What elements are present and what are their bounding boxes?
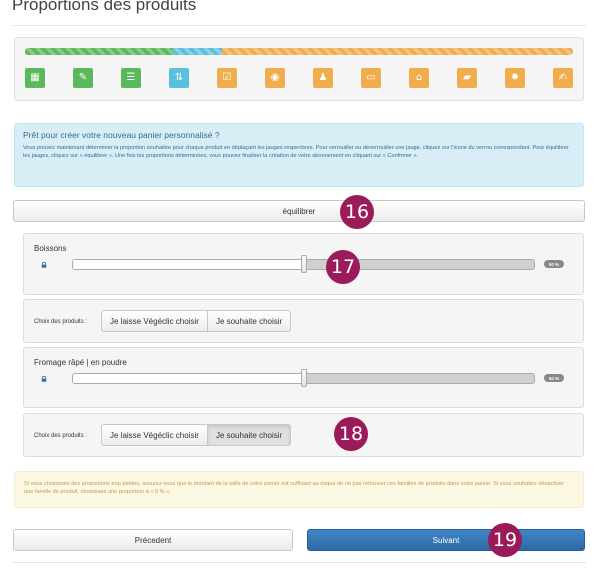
wrench-icon[interactable]: ✎: [73, 68, 93, 88]
wizard-progress-bar: [25, 48, 573, 55]
choice-auto-button[interactable]: Je laisse Végéclic choisir: [101, 310, 208, 332]
lock-icon[interactable]: [41, 376, 47, 382]
percentage-badge: 50 %: [544, 260, 564, 268]
certificate-icon[interactable]: ✹: [505, 68, 525, 88]
warning-alert: Si vous choisissez des proportions trop …: [14, 471, 584, 508]
choice-label: Choix des produits :: [34, 433, 88, 439]
slider-label: Boissons: [34, 244, 67, 253]
slider-panel-fromage: Fromage râpé | en poudre 50 %: [23, 347, 584, 408]
footer-divider: [12, 562, 586, 563]
balance-button[interactable]: équilibrer: [13, 200, 585, 222]
slider-fill: [73, 260, 305, 269]
title-divider: [12, 25, 586, 26]
progress-segment: [25, 48, 173, 55]
slider-handle[interactable]: [300, 369, 307, 387]
signature-icon[interactable]: ✍: [553, 68, 573, 88]
annotation-marker: 19: [488, 523, 522, 557]
choice-auto-button[interactable]: Je laisse Végéclic choisir: [101, 424, 208, 446]
choice-panel-fromage: Choix des produits : Je laisse Végéclic …: [23, 413, 584, 457]
slider-handle[interactable]: [300, 255, 307, 273]
user-icon[interactable]: ♟: [313, 68, 333, 88]
slider-fill: [73, 374, 305, 383]
sort-icon[interactable]: ⇅: [169, 68, 189, 88]
grid-icon[interactable]: ▦: [25, 68, 45, 88]
card-icon[interactable]: ▭: [361, 68, 381, 88]
list-icon[interactable]: ☰: [121, 68, 141, 88]
info-alert: Prêt pour créer votre nouveau panier per…: [14, 123, 584, 187]
info-body: Vous pouvez maintenant déterminer la pro…: [23, 145, 569, 160]
progress-segment: [222, 48, 573, 55]
next-button[interactable]: Suivant: [307, 529, 585, 551]
slider-label: Fromage râpé | en poudre: [34, 358, 127, 367]
steps-panel: ▦ ✎ ☰ ⇅ ☑ ◉ ♟ ▭ ⌂ ▰ ✹ ✍: [14, 37, 584, 101]
slider-panel-boissons: Boissons 50 %: [23, 233, 584, 295]
choice-panel-boissons: Choix des produits : Je laisse Végéclic …: [23, 299, 584, 343]
annotation-marker: 17: [326, 250, 360, 284]
checklist-icon[interactable]: ☑: [217, 68, 237, 88]
eye-icon[interactable]: ◉: [265, 68, 285, 88]
progress-segment: [172, 48, 223, 55]
choice-toggle-group: Je laisse Végéclic choisir Je souhaite c…: [101, 310, 292, 332]
lock-icon[interactable]: [41, 262, 47, 268]
choice-toggle-group: Je laisse Végéclic choisir Je souhaite c…: [101, 424, 292, 446]
previous-button[interactable]: Précedent: [13, 529, 293, 551]
comment-icon[interactable]: ▰: [457, 68, 477, 88]
annotation-marker: 16: [340, 195, 374, 229]
annotation-marker: 18: [334, 417, 368, 451]
home-icon[interactable]: ⌂: [409, 68, 429, 88]
choice-label: Choix des produits :: [34, 319, 88, 325]
wizard-steps: ▦ ✎ ☰ ⇅ ☑ ◉ ♟ ▭ ⌂ ▰ ✹ ✍: [25, 68, 573, 90]
page-title: Proportions des produits: [12, 0, 197, 14]
info-heading: Prêt pour créer votre nouveau panier per…: [23, 130, 220, 140]
percentage-badge: 50 %: [544, 374, 564, 382]
choice-self-button[interactable]: Je souhaite choisir: [207, 424, 292, 446]
choice-self-button[interactable]: Je souhaite choisir: [207, 310, 292, 332]
